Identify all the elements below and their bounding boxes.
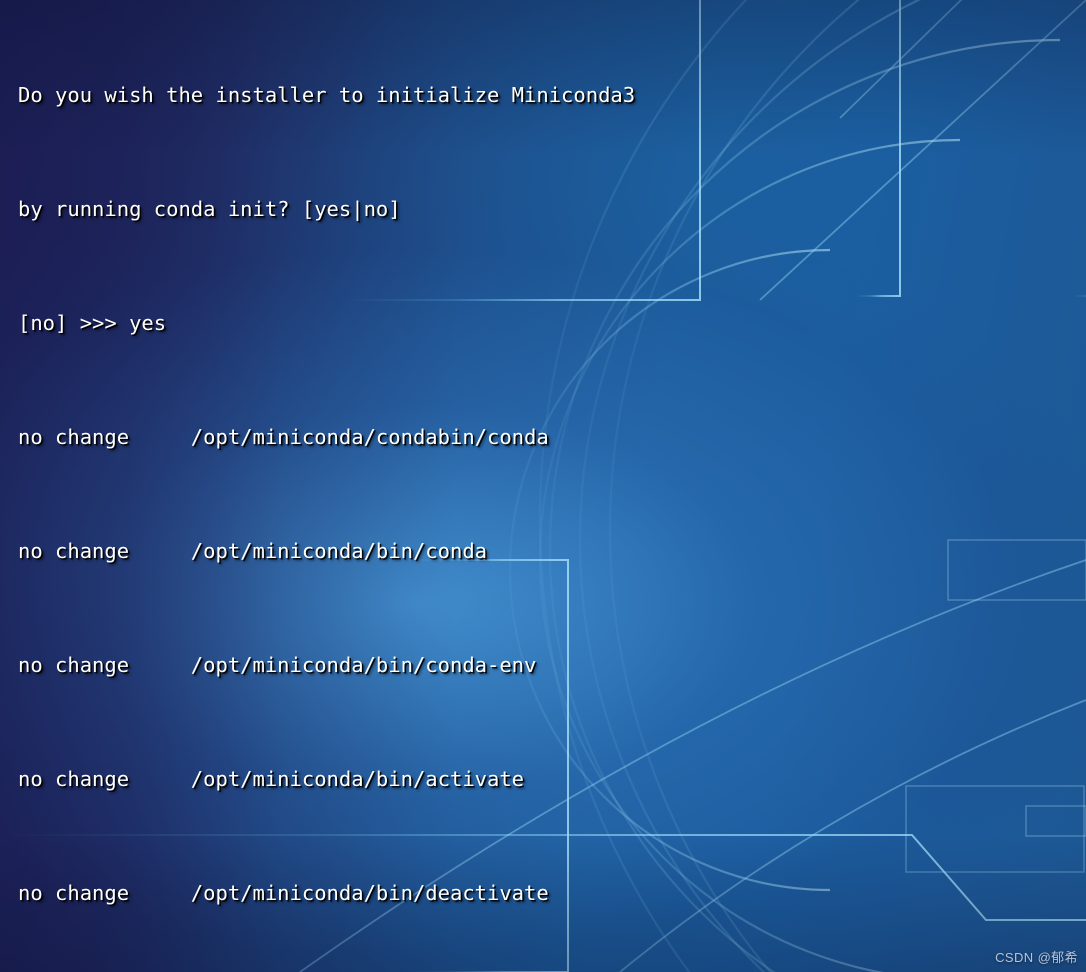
terminal-line-input-answer: [no] >>> yes — [18, 311, 167, 335]
terminal-line: by running conda init? [yes|no] — [18, 197, 401, 221]
terminal-line: no change /opt/miniconda/bin/deactivate — [18, 881, 549, 905]
terminal-line: no change /opt/miniconda/bin/conda — [18, 539, 487, 563]
terminal-line: no change /opt/miniconda/bin/conda-env — [18, 653, 537, 677]
terminal-output: Do you wish the installer to initialize … — [18, 0, 1086, 972]
terminal-line: no change /opt/miniconda/condabin/conda — [18, 425, 549, 449]
terminal-screen: Do you wish the installer to initialize … — [0, 0, 1086, 972]
terminal-line: Do you wish the installer to initialize … — [18, 83, 636, 107]
csdn-watermark: CSDN @郁希 — [995, 950, 1078, 965]
terminal-line: no change /opt/miniconda/bin/activate — [18, 767, 525, 791]
